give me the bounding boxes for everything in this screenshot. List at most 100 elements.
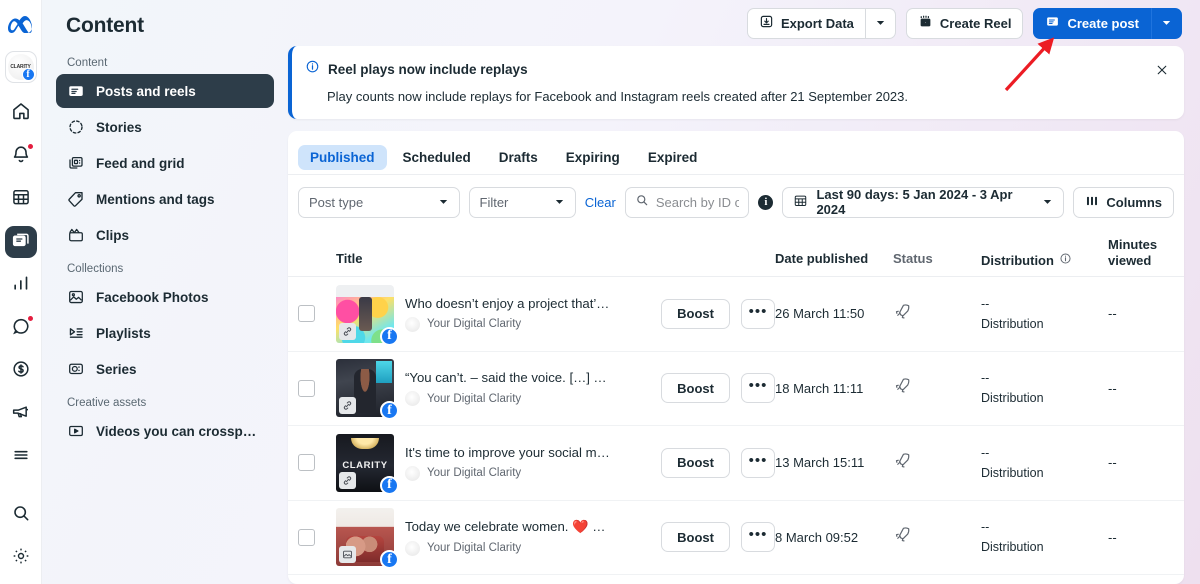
sidebar-item-videos-you-can-crosspost[interactable]: Videos you can crossp… [56, 414, 274, 448]
row-checkbox[interactable] [298, 379, 315, 397]
post-thumbnail[interactable]: f [336, 508, 399, 570]
rail-item-insights[interactable] [5, 269, 37, 301]
row-minutes-viewed: -- [1108, 455, 1117, 471]
facebook-icon: f [380, 550, 399, 570]
stories-ring-icon [67, 118, 85, 136]
page-name: Your Digital Clarity [427, 392, 522, 405]
post-thumbnail[interactable]: f [336, 359, 399, 421]
table-row[interactable]: f Who doesn’t enjoy a project that’s a… … [288, 277, 1184, 352]
sidebar-item-label: Series [96, 361, 137, 377]
export-data-button[interactable]: Export Data [746, 7, 866, 39]
sidebar-item-label: Stories [96, 119, 142, 135]
table-row[interactable]: f Today we celebrate women. ❤️ Not … You… [288, 501, 1184, 575]
sidebar-item-mentions-and-tags[interactable]: Mentions and tags [56, 182, 274, 216]
row-checkbox[interactable] [298, 454, 315, 472]
banner-close-button[interactable] [1152, 62, 1172, 82]
sidebar-item-stories[interactable]: Stories [56, 110, 274, 144]
sidebar-item-playlists[interactable]: Playlists [56, 316, 274, 350]
close-icon [1155, 63, 1169, 82]
secondary-sidebar: Content Content Posts and reels Stories … [42, 0, 288, 584]
search-box[interactable] [624, 186, 750, 218]
post-title[interactable]: “You can’t. – said the voice. […] The… [405, 370, 610, 385]
row-more-options-button[interactable]: ••• [741, 447, 775, 478]
tab-expiring[interactable]: Expiring [554, 145, 632, 170]
boost-button[interactable]: Boost [661, 298, 730, 329]
create-post-caret-button[interactable] [1151, 7, 1182, 39]
facebook-icon: f [380, 401, 399, 421]
post-info: Who doesn’t enjoy a project that’s a… Yo… [405, 296, 650, 332]
sidebar-item-series[interactable]: Series [56, 352, 274, 386]
boost-button[interactable]: Boost [661, 447, 730, 478]
rail-item-notifications[interactable] [5, 140, 37, 172]
row-distribution: -- Distribution [981, 294, 1108, 334]
create-post-button[interactable]: Create post [1033, 7, 1151, 39]
sidebar-item-label: Posts and reels [96, 83, 196, 99]
filter-bar-right: Last 90 days: 5 Jan 2024 - 3 Apr 2024 Co… [782, 186, 1175, 218]
distribution-value: -- [981, 445, 990, 460]
banner-body: Play counts now include replays for Face… [327, 89, 908, 104]
post-title[interactable]: It's time to improve your social medi… [405, 445, 610, 460]
post-card-icon [1045, 14, 1060, 32]
columns-button[interactable]: Columns [1073, 186, 1175, 218]
megaphone-icon [11, 402, 31, 427]
post-thumbnail[interactable]: f [336, 284, 399, 346]
post-type-select[interactable]: Post type [298, 186, 460, 218]
row-more-options-button[interactable]: ••• [741, 373, 775, 404]
row-checkbox[interactable] [298, 305, 315, 323]
rail-item-settings[interactable] [5, 542, 37, 574]
reel-clapper-icon [918, 14, 933, 32]
posts-reels-icon [67, 82, 85, 100]
post-info: It's time to improve your social medi… Y… [405, 445, 650, 481]
sidebar-item-clips[interactable]: Clips [56, 218, 274, 252]
sidebar-item-facebook-photos[interactable]: Facebook Photos [56, 280, 274, 314]
search-info-icon[interactable]: i [758, 194, 774, 210]
create-reel-button[interactable]: Create Reel [905, 7, 1024, 39]
sidebar-item-posts-and-reels[interactable]: Posts and reels [56, 74, 274, 108]
rail-item-home[interactable] [5, 97, 37, 129]
export-data-caret-button[interactable] [865, 7, 896, 39]
row-checkbox-cell [298, 454, 336, 472]
row-more-options-button[interactable]: ••• [741, 298, 775, 329]
dollar-coin-icon [11, 359, 31, 384]
boost-button[interactable]: Boost [661, 373, 730, 404]
rail-item-content[interactable] [4, 226, 37, 258]
rail-item-planner[interactable] [5, 183, 37, 215]
rail-item-all-tools[interactable] [5, 441, 37, 473]
calendar-icon [793, 193, 808, 211]
row-checkbox[interactable] [298, 528, 315, 546]
boost-button[interactable]: Boost [661, 522, 730, 553]
tab-drafts[interactable]: Drafts [487, 145, 550, 170]
search-input[interactable] [655, 194, 740, 210]
page-name: Your Digital Clarity [427, 318, 522, 331]
rail-item-ads[interactable] [5, 398, 37, 430]
clear-filters-link[interactable]: Clear [585, 195, 616, 210]
row-more-options-button[interactable]: ••• [741, 522, 775, 553]
header-distribution-label: Distribution [981, 253, 1054, 268]
status-tabs: Published Scheduled Drafts Expiring Expi… [288, 131, 1184, 175]
meta-logo[interactable] [7, 16, 34, 39]
post-title[interactable]: Today we celebrate women. ❤️ Not … [405, 519, 610, 535]
header-minutes-line2: viewed [1108, 253, 1152, 269]
table-row[interactable]: f “You can’t. – said the voice. […] The…… [288, 352, 1184, 426]
tab-scheduled[interactable]: Scheduled [391, 145, 483, 170]
distribution-label: Distribution [981, 540, 1044, 555]
post-thumbnail[interactable]: CLARITY f [336, 433, 399, 495]
sidebar-item-feed-and-grid[interactable]: Feed and grid [56, 146, 274, 180]
nav-section-creative-assets: Creative assets [67, 397, 147, 409]
rail-item-inbox[interactable] [5, 312, 37, 344]
info-circle-icon[interactable] [1059, 251, 1072, 272]
header-title: Title [336, 251, 363, 266]
date-range-select[interactable]: Last 90 days: 5 Jan 2024 - 3 Apr 2024 [782, 186, 1065, 218]
page-avatar[interactable]: CLARITY f [4, 51, 37, 83]
filter-select[interactable]: Filter [468, 186, 576, 218]
chevron-down-icon [1042, 196, 1053, 209]
tab-expired[interactable]: Expired [636, 145, 710, 170]
rail-item-search[interactable] [5, 499, 37, 531]
post-title[interactable]: Who doesn’t enjoy a project that’s a… [405, 296, 610, 311]
table-row[interactable]: CLARITY f It's time to improve your soci… [288, 426, 1184, 501]
thumbnail-text: CLARITY [342, 460, 388, 472]
distribution-value: -- [981, 296, 990, 311]
row-date-published: 26 March 11:50 [775, 306, 865, 322]
tab-published[interactable]: Published [298, 144, 387, 170]
rail-item-monetisation[interactable] [5, 355, 37, 387]
